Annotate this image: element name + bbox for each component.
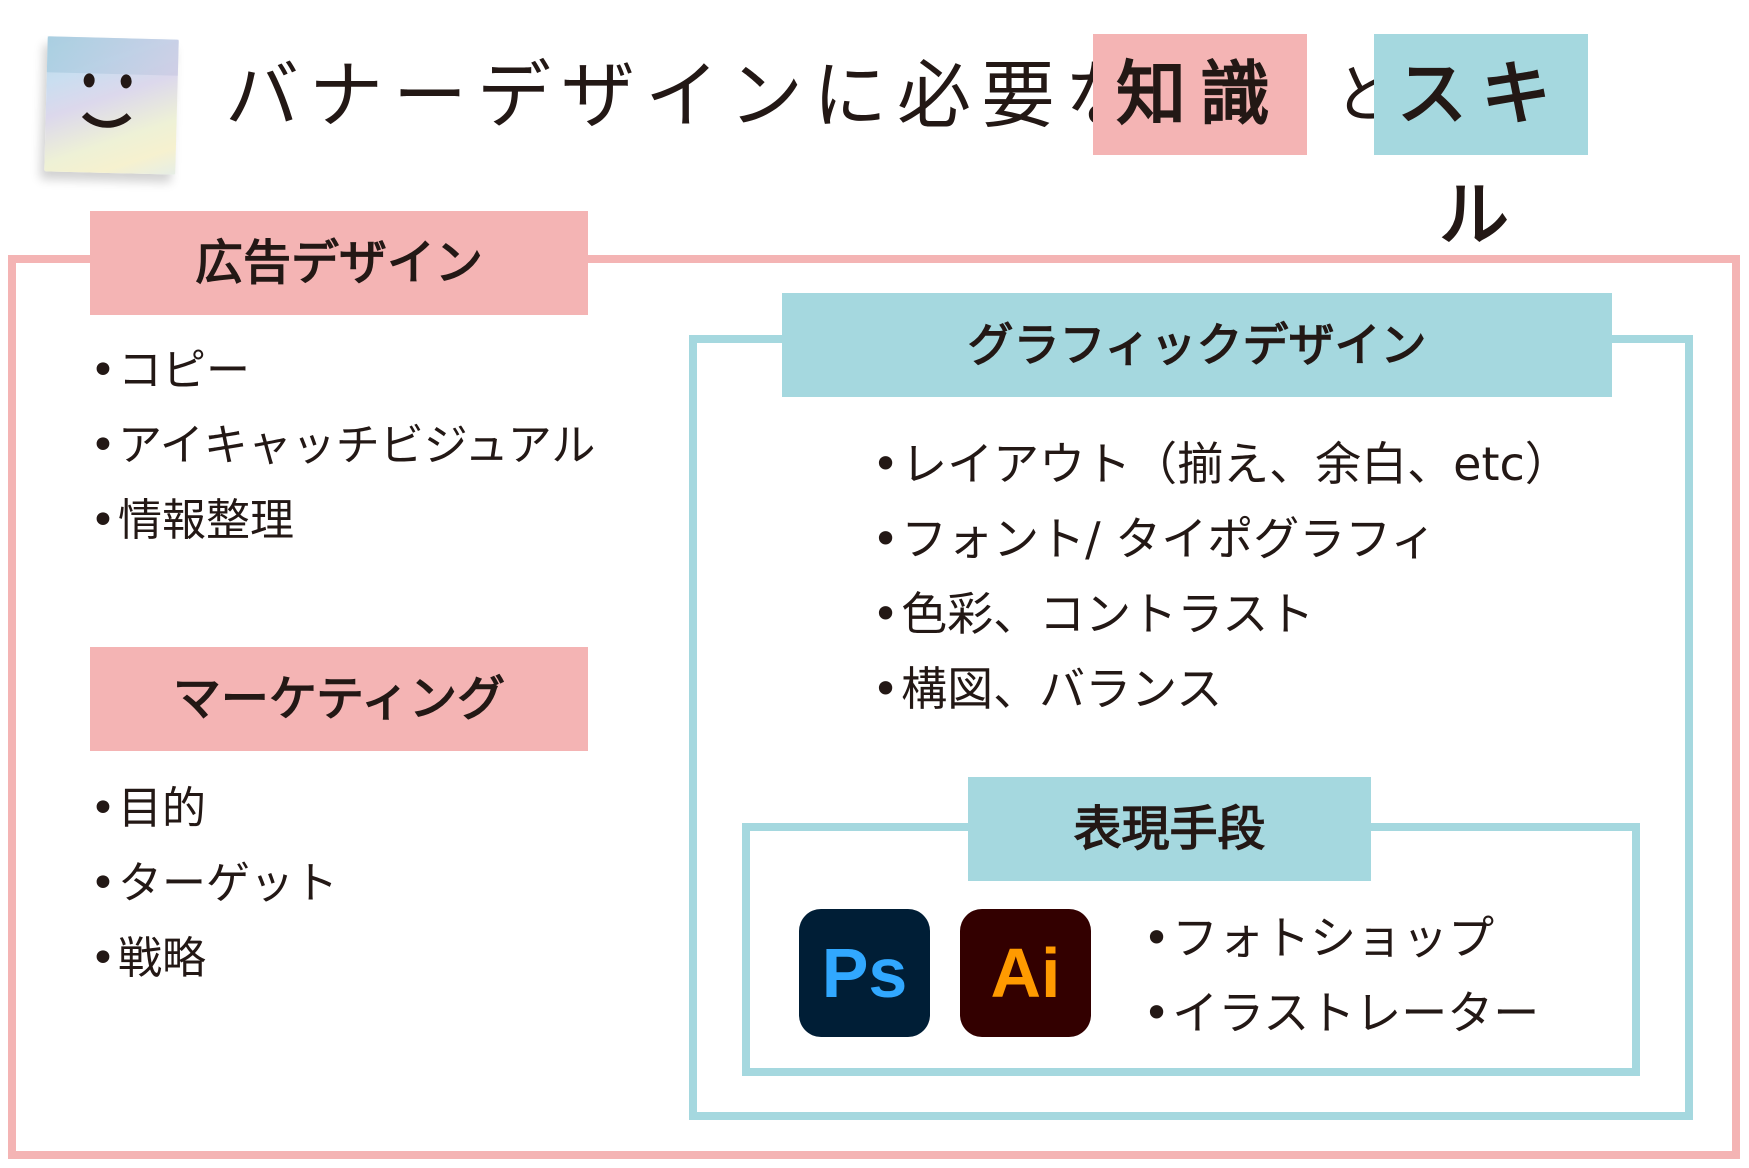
- section-label-expression: 表現手段: [968, 777, 1371, 881]
- expression-list: フォトショップ イラストレーター: [1143, 901, 1539, 1051]
- section-label-ad-design: 広告デザイン: [90, 211, 588, 315]
- section-label-marketing: マーケティング: [90, 647, 588, 751]
- list-item: 色彩、コントラスト: [872, 577, 1571, 652]
- smiley-sticky-note-icon: [44, 36, 179, 175]
- title-tag-skill: スキル: [1374, 34, 1588, 256]
- marketing-list: 目的 ターゲット 戦略: [90, 771, 338, 996]
- list-item: レイアウト（揃え、余白、etc）: [872, 427, 1571, 502]
- list-item: フォトショップ: [1143, 901, 1539, 976]
- smiley-eye-right: [120, 74, 132, 89]
- ad-design-list: コピー アイキャッチビジュアル 情報整理: [90, 333, 595, 558]
- list-item: 情報整理: [90, 483, 595, 558]
- list-item: フォント/ タイポグラフィ: [872, 502, 1571, 577]
- photoshop-icon: Ps: [799, 909, 930, 1037]
- list-item: 戦略: [90, 921, 338, 996]
- list-item: 目的: [90, 771, 338, 846]
- title-tag-knowledge: 知識: [1093, 34, 1307, 155]
- list-item: コピー: [90, 333, 595, 408]
- illustrator-icon: Ai: [960, 909, 1091, 1037]
- smiley-eye-left: [83, 73, 95, 88]
- graphic-design-list: レイアウト（揃え、余白、etc） フォント/ タイポグラフィ 色彩、コントラスト…: [872, 427, 1571, 727]
- section-label-graphic-design: グラフィックデザイン: [782, 293, 1612, 397]
- list-item: ターゲット: [90, 846, 338, 921]
- smiley-mouth: [71, 86, 143, 129]
- list-item: 構図、バランス: [872, 652, 1571, 727]
- list-item: イラストレーター: [1143, 976, 1539, 1051]
- list-item: アイキャッチビジュアル: [90, 408, 595, 483]
- page-title: バナーデザインに必要な: [225, 53, 1149, 139]
